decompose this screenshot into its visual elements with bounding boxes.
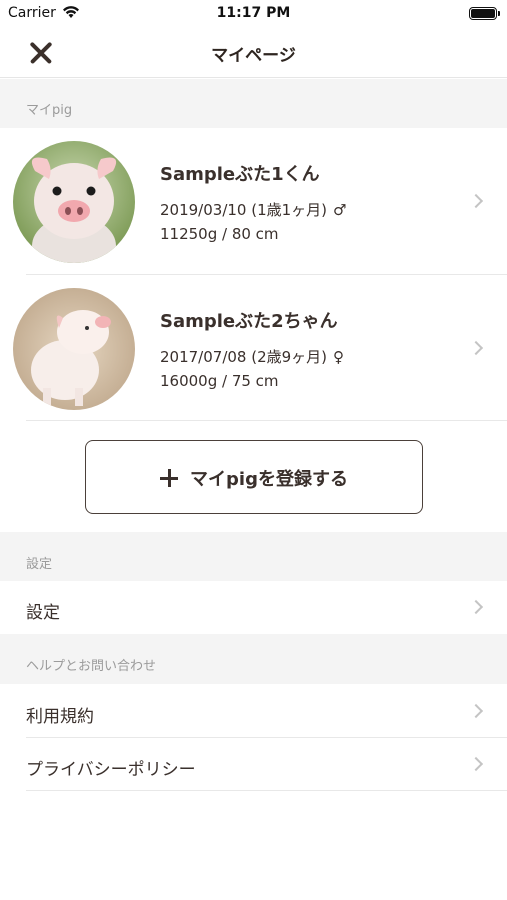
add-pig-button[interactable]: マイpigを登録する	[85, 440, 423, 514]
pig-row[interactable]: Sampleぶた1くん 2019/03/10 (1歳1ヶ月) ♂ 11250g /…	[0, 128, 507, 275]
chevron-right-icon	[468, 703, 484, 719]
clock: 11:17 PM	[216, 5, 291, 21]
pig-row[interactable]: Sampleぶた2ちゃん 2017/07/08 (2歳9ヶ月) ♀ 16000g …	[0, 275, 507, 421]
section-header-my-pig: マイpig	[0, 79, 507, 128]
pig-photo-2	[13, 288, 135, 410]
privacy-policy-label: プライバシーポリシー	[26, 760, 196, 780]
nav-bar: マイページ	[0, 28, 507, 78]
add-pig-area: マイpigを登録する	[0, 421, 507, 532]
pig-name: Sampleぶた1くん	[160, 164, 320, 185]
settings-label: 設定	[26, 603, 60, 623]
pig-name: Sampleぶた2ちゃん	[160, 311, 338, 332]
terms-label: 利用規約	[26, 707, 94, 727]
male-icon: ♂	[333, 201, 347, 219]
female-icon: ♀	[333, 348, 345, 366]
pig-birthdate: 2019/03/10 (1歳1ヶ月) ♂	[160, 199, 346, 220]
pig-photo-1	[13, 141, 135, 263]
settings-row[interactable]: 設定	[0, 581, 507, 634]
section-label: 設定	[26, 557, 53, 572]
chevron-right-icon	[468, 756, 484, 772]
chevron-right-icon	[468, 340, 484, 356]
pig-birth-text: 2019/03/10 (1歳1ヶ月)	[160, 201, 328, 219]
battery-icon	[469, 7, 500, 20]
plus-icon	[160, 469, 179, 487]
divider	[26, 790, 507, 791]
section-label: マイpig	[26, 103, 73, 118]
terms-row[interactable]: 利用規約	[0, 685, 507, 738]
chevron-right-icon	[468, 599, 484, 615]
section-label: ヘルプとお問い合わせ	[26, 659, 157, 674]
pig-weight-height: 16000g / 75 cm	[160, 372, 279, 390]
page-title: マイページ	[211, 46, 296, 66]
pig-birth-text: 2017/07/08 (2歳9ヶ月)	[160, 348, 328, 366]
add-pig-label: マイpigを登録する	[190, 469, 348, 490]
section-header-settings: 設定	[0, 532, 507, 581]
pig-birthdate: 2017/07/08 (2歳9ヶ月) ♀	[160, 346, 344, 367]
status-bar: Carrier 11:17 PM	[0, 0, 507, 28]
add-pig-button-content: マイpigを登録する	[86, 465, 422, 491]
chevron-right-icon	[468, 193, 484, 209]
privacy-policy-row[interactable]: プライバシーポリシー	[0, 738, 507, 791]
pig-weight-height: 11250g / 80 cm	[160, 225, 279, 243]
pig-avatar	[13, 288, 135, 410]
section-header-help: ヘルプとお問い合わせ	[0, 634, 507, 684]
pig-avatar	[13, 141, 135, 263]
